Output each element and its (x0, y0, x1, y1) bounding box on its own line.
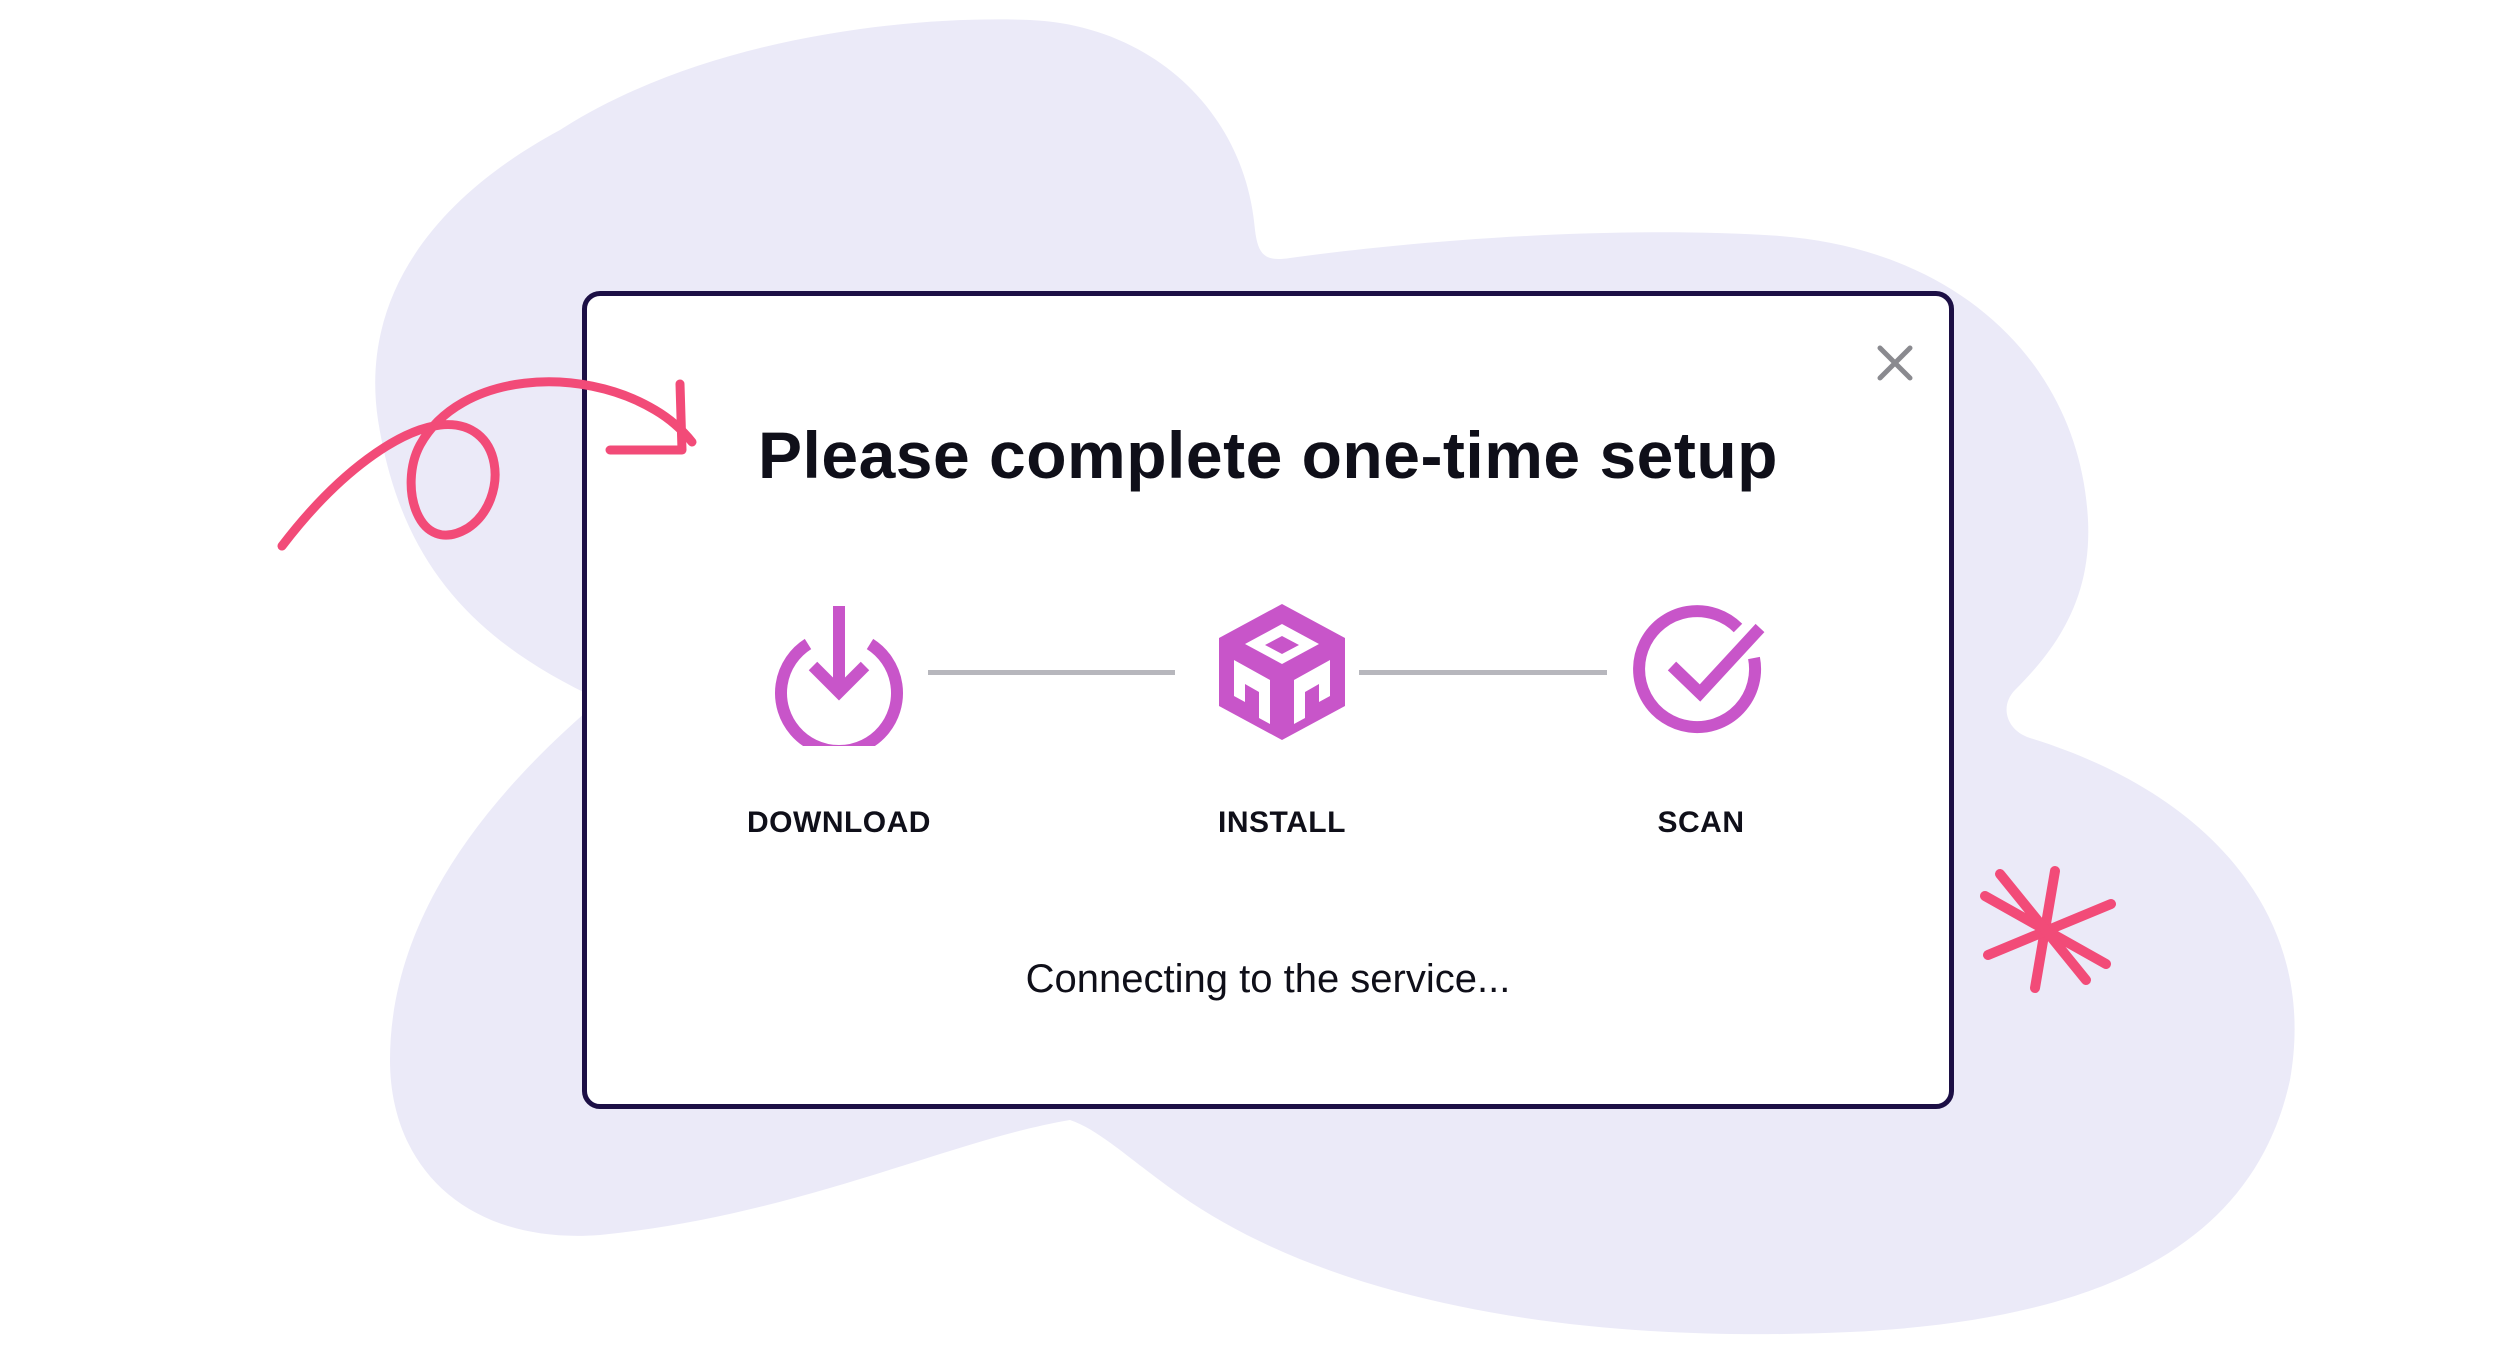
package-icon (1207, 596, 1357, 746)
dialog-title: Please complete one-time setup (758, 418, 1778, 492)
setup-dialog: Please complete one-time setup DOWNLOAD … (582, 291, 1954, 1109)
step-label-download: DOWNLOAD (747, 806, 931, 839)
status-text: Connecting to the service... (1025, 957, 1511, 1001)
close-icon (1877, 345, 1913, 381)
step-connector-1 (928, 670, 1175, 675)
step-label-scan: SCAN (1657, 806, 1745, 839)
close-button[interactable] (1872, 340, 1918, 386)
step-label-install: INSTALL (1218, 806, 1346, 839)
download-icon (764, 596, 914, 746)
check-circle-icon (1626, 596, 1776, 746)
step-connector-2 (1359, 670, 1607, 675)
illustration-stage: Please complete one-time setup DOWNLOAD … (0, 0, 2501, 1353)
